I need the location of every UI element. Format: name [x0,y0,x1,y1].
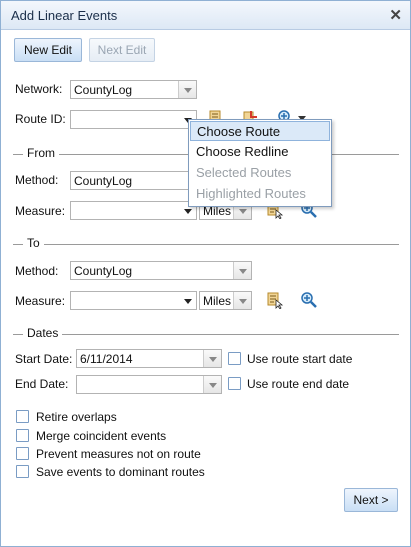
menu-item-choose-redline[interactable]: Choose Redline [190,142,330,162]
new-edit-button[interactable]: New Edit [14,38,82,62]
end-date-label: End Date: [15,377,69,391]
to-method-value: CountyLog [74,264,133,278]
route-id-input[interactable] [70,110,197,129]
from-measure-label: Measure: [15,204,66,218]
use-route-end-date-checkbox[interactable] [228,377,241,390]
dates-divider [13,334,399,335]
to-section-title: To [23,236,44,250]
use-route-start-date-checkbox[interactable] [228,352,241,365]
chevron-down-icon[interactable] [179,292,196,309]
add-linear-events-panel: Add Linear Events ✕ New Edit Next Edit N… [0,0,411,547]
dates-section-title: Dates [23,326,63,340]
menu-item-choose-route[interactable]: Choose Route [190,121,330,141]
retire-overlaps-checkbox[interactable] [16,410,29,423]
network-label: Network: [15,82,63,96]
dates-section-header: Dates [13,326,399,340]
panel-title: Add Linear Events [11,8,118,23]
from-measure-input[interactable] [70,201,197,220]
save-dominant-routes-label: Save events to dominant routes [36,465,205,479]
retire-overlaps-label: Retire overlaps [36,410,117,424]
start-date-value: 6/11/2014 [80,352,133,366]
title-bar: Add Linear Events ✕ [1,1,410,30]
select-measure-on-map-icon[interactable] [266,291,284,309]
merge-coincident-label: Merge coincident events [36,429,167,443]
chevron-down-icon[interactable] [233,262,251,279]
network-select[interactable]: CountyLog [70,80,197,99]
chevron-down-icon[interactable] [203,350,221,367]
next-button[interactable]: Next > [344,488,398,512]
to-section-header: To [13,236,399,250]
zoom-to-measure-icon[interactable] [300,291,318,309]
to-measure-input[interactable] [70,291,197,310]
use-route-start-date-label: Use route start date [247,352,353,366]
to-units-value: Miles [203,294,232,308]
save-dominant-routes-checkbox[interactable] [16,465,29,478]
from-method-value: CountyLog [74,174,133,188]
menu-item-selected-routes[interactable]: Selected Routes [190,163,330,183]
from-section-title: From [23,146,59,160]
merge-coincident-checkbox[interactable] [16,429,29,442]
to-units-select[interactable]: Miles [199,291,252,310]
chevron-down-icon[interactable] [178,81,196,98]
menu-item-highlighted-routes[interactable]: Highlighted Routes [190,184,330,204]
route-id-label: Route ID: [15,112,66,126]
from-method-label: Method: [15,173,59,187]
start-date-label: Start Date: [15,352,73,366]
prevent-measures-checkbox[interactable] [16,447,29,460]
to-method-select[interactable]: CountyLog [70,261,252,280]
to-measure-label: Measure: [15,294,66,308]
to-method-label: Method: [15,264,59,278]
route-choice-menu: Choose Route Choose Redline Selected Rou… [188,119,332,207]
next-edit-button[interactable]: Next Edit [89,38,155,62]
prevent-measures-label: Prevent measures not on route [36,447,201,461]
network-value: CountyLog [74,83,133,97]
use-route-end-date-label: Use route end date [247,377,350,391]
chevron-down-icon[interactable] [233,292,251,309]
to-divider [13,244,399,245]
close-icon[interactable]: ✕ [389,6,402,24]
chevron-down-icon[interactable] [203,376,221,393]
start-date-input[interactable]: 6/11/2014 [76,349,222,368]
end-date-input[interactable] [76,375,222,394]
